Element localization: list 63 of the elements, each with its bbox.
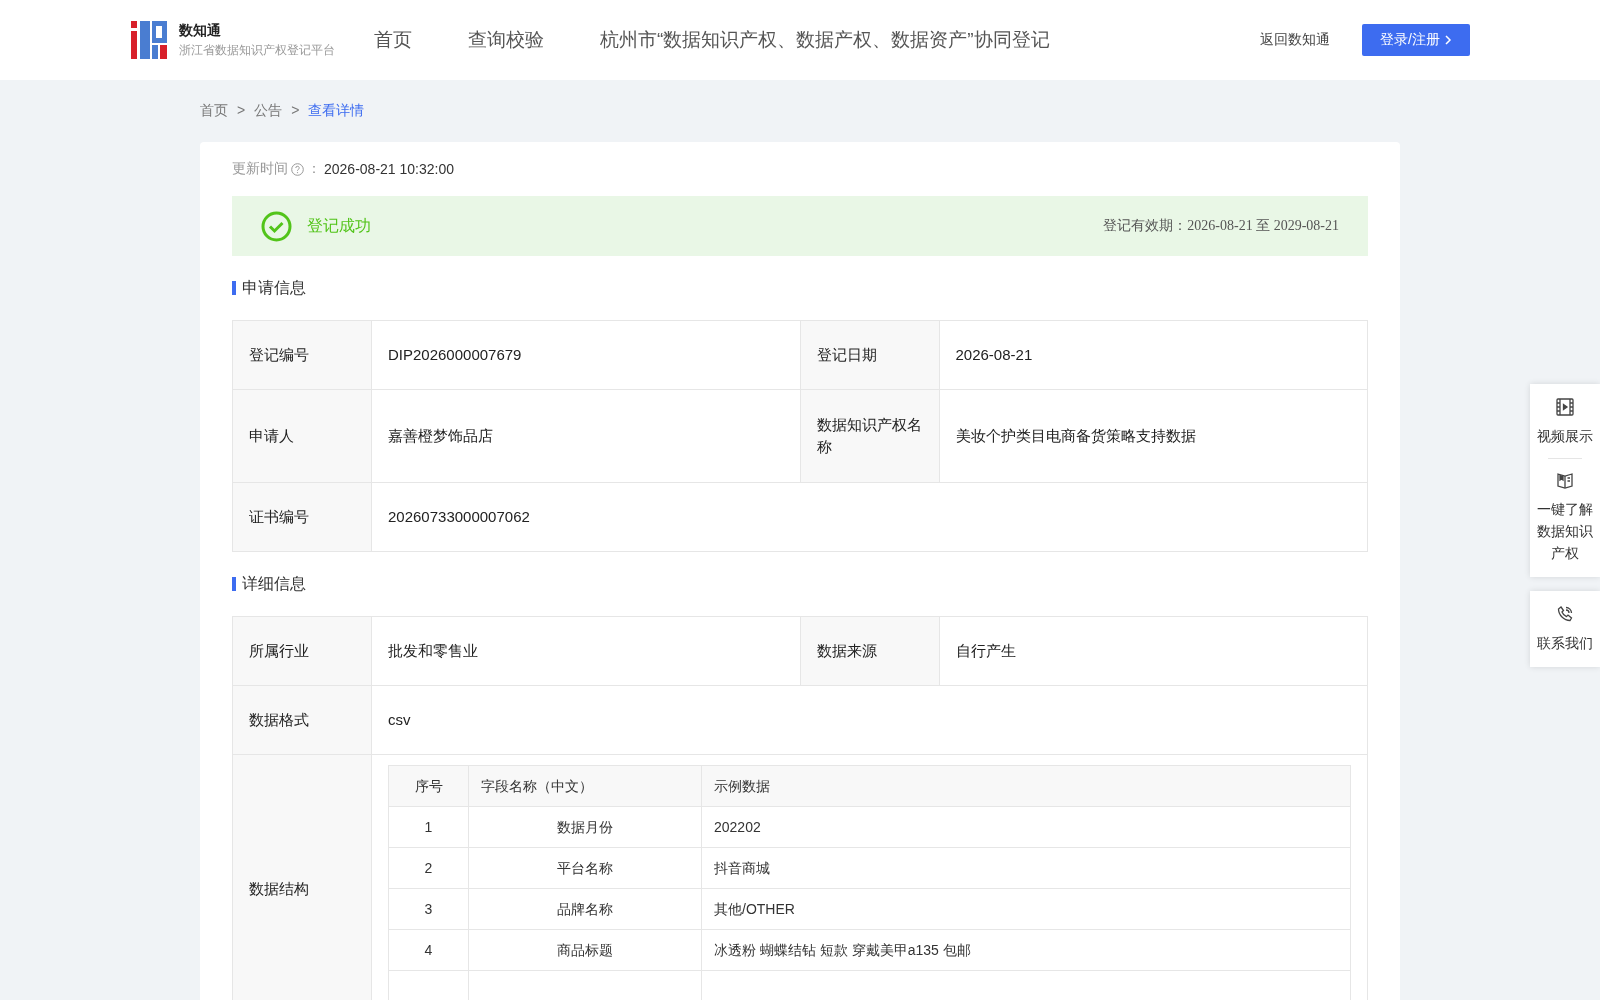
column-header: 示例数据 — [701, 765, 1351, 807]
breadcrumb-separator: > — [237, 102, 246, 120]
field-label: 数据知识产权名称 — [800, 389, 939, 483]
table-cell: 1 — [388, 806, 469, 848]
phone-icon — [1555, 604, 1575, 624]
validity-text: 登记有效期：2026-08-21 至 2029-08-21 — [1103, 217, 1339, 235]
logo-subtitle: 浙江省数据知识产权登记平台 — [179, 41, 335, 59]
breadcrumb-link[interactable]: 查看详情 — [308, 102, 365, 120]
field-value: 2026-08-21 — [939, 320, 1368, 390]
field-value: csv — [371, 685, 1368, 755]
table-cell: 平台名称 — [468, 847, 702, 889]
video-icon — [1555, 397, 1575, 417]
table-cell: 4 — [388, 929, 469, 971]
breadcrumb-separator: > — [291, 102, 300, 120]
nav-link[interactable]: 杭州市“数据知识产权、数据产权、数据资产”协同登记 — [600, 27, 1050, 53]
section-title: 申请信息 — [242, 277, 306, 298]
section-marker — [232, 281, 236, 295]
field-value: 嘉善橙梦饰品店 — [371, 389, 800, 483]
nav-link[interactable]: 首页 — [374, 27, 412, 53]
side-link[interactable]: 联系我们 — [1536, 601, 1594, 657]
section-title: 详细信息 — [242, 573, 306, 594]
table-cell: 3 — [388, 888, 469, 930]
logo-icon — [131, 21, 167, 59]
logo-title: 数知通 — [179, 21, 222, 40]
table-cell: 品牌名称 — [468, 888, 702, 930]
update-label: 更新时间 — [232, 160, 288, 178]
breadcrumb-link[interactable]: 公告 — [254, 102, 283, 120]
nav-link[interactable]: 查询校验 — [468, 27, 544, 53]
field-label: 数据格式 — [232, 685, 372, 755]
update-separator: ： — [307, 160, 321, 178]
column-header: 字段名称（中文） — [468, 765, 702, 807]
field-value: 自行产生 — [939, 616, 1368, 686]
table-cell: 202202 — [701, 806, 1351, 848]
field-value: 批发和零售业 — [371, 616, 800, 686]
update-time: 2026-08-21 10:32:00 — [324, 161, 454, 177]
field-label: 数据来源 — [800, 616, 939, 686]
field-label: 数据结构 — [232, 754, 372, 1000]
side-link[interactable]: 一键了解数据知识产权 — [1536, 467, 1594, 567]
table-cell: 商品标题 — [468, 929, 702, 971]
field-label: 证书编号 — [232, 482, 372, 552]
breadcrumb-link[interactable]: 首页 — [200, 102, 228, 120]
help-icon — [291, 162, 304, 176]
table-cell: 其他/OTHER — [701, 888, 1351, 930]
login-button[interactable]: 登录/注册 — [1362, 24, 1470, 56]
table-cell: 抖音商城 — [701, 847, 1351, 889]
book-icon — [1555, 470, 1575, 490]
table-cell: 2 — [388, 847, 469, 889]
status-text: 登记成功 — [307, 215, 372, 236]
field-value: DIP2026000007679 — [371, 320, 800, 390]
field-value: 20260733000007062 — [371, 482, 1368, 552]
table-cell: 冰透粉 蝴蝶结钻 短款 穿戴美甲a135 包邮 — [701, 929, 1351, 971]
back-link[interactable]: 返回数知通 — [1260, 31, 1330, 49]
field-value: 美妆个护类目电商备货策略支持数据 — [939, 389, 1368, 483]
field-label: 登记日期 — [800, 320, 939, 390]
section-marker — [232, 577, 236, 591]
column-header: 序号 — [388, 765, 469, 807]
field-label: 所属行业 — [232, 616, 372, 686]
chevron-icon — [1443, 35, 1452, 45]
field-label: 申请人 — [232, 389, 372, 483]
side-link[interactable]: 视频展示 — [1536, 394, 1594, 450]
field-label: 登记编号 — [232, 320, 372, 390]
table-cell: 数据月份 — [468, 806, 702, 848]
check-circle-icon — [261, 210, 292, 242]
